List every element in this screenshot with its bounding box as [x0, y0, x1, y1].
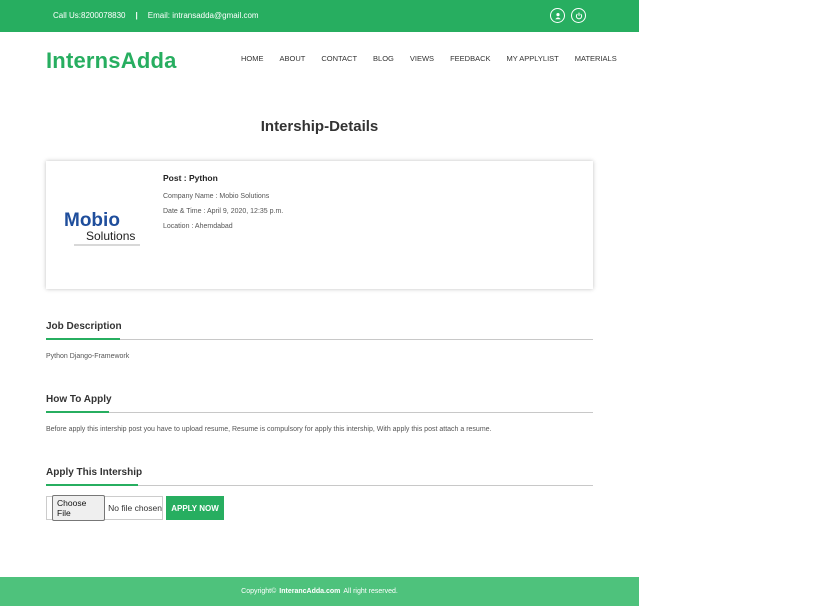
apply-now-button[interactable]: APPLY NOW — [166, 496, 224, 520]
phone-text: Call Us:8200078830 — [53, 11, 126, 20]
choose-file-button[interactable]: Choose File — [52, 495, 106, 521]
file-status: No file chosen — [108, 503, 162, 513]
how-to-apply-text: Before apply this intership post you hav… — [46, 426, 492, 433]
nav-feedback[interactable]: FEEDBACK — [450, 54, 490, 63]
nav-views[interactable]: VIEWS — [410, 54, 434, 63]
job-description-accent — [46, 338, 120, 340]
logo-word-mobio: Mobio — [64, 210, 120, 231]
company-name: Company Name : Mobio Solutions — [163, 193, 270, 200]
logo-word-solutions: Solutions — [86, 229, 135, 243]
user-icon[interactable] — [550, 8, 565, 23]
job-description-divider — [46, 339, 593, 340]
nav-blog[interactable]: BLOG — [373, 54, 394, 63]
nav-contact[interactable]: CONTACT — [321, 54, 357, 63]
date-time: Date & Time : April 9, 2020, 12:35 p.m. — [163, 208, 284, 215]
nav-my-applylist[interactable]: MY APPLYLIST — [507, 54, 559, 63]
email-text[interactable]: Email: intransadda@gmail.com — [148, 11, 259, 20]
footer-site-link[interactable]: InterancAdda.com — [279, 588, 340, 595]
apply-accent — [46, 484, 138, 486]
how-to-apply-accent — [46, 411, 109, 413]
contact-separator: | — [135, 11, 138, 20]
resume-file-input[interactable]: Choose File No file chosen — [46, 495, 163, 521]
footer: Copyright© InterancAdda.com All right re… — [0, 577, 639, 606]
how-to-apply-divider — [46, 412, 593, 413]
main-nav: HOME ABOUT CONTACT BLOG VIEWS FEEDBACK M… — [241, 54, 617, 63]
top-bar: Call Us:8200078830 | Email: intransadda@… — [0, 0, 639, 32]
nav-materials[interactable]: MATERIALS — [575, 54, 617, 63]
contact-info: Call Us:8200078830 | Email: intransadda@… — [53, 11, 259, 20]
footer-rights: All right reserved. — [343, 588, 398, 595]
job-description-heading: Job Description — [46, 321, 122, 332]
how-to-apply-heading: How To Apply — [46, 394, 112, 405]
site-logo[interactable]: InternsAdda — [46, 48, 177, 74]
nav-about[interactable]: ABOUT — [280, 54, 306, 63]
company-logo: Mobio Solutions — [62, 205, 140, 246]
job-card: Mobio Solutions Post : Python Company Na… — [46, 161, 593, 289]
post-title: Post : Python — [163, 173, 218, 183]
nav-home[interactable]: HOME — [241, 54, 264, 63]
topbar-icons — [550, 8, 586, 23]
apply-heading: Apply This Intership — [46, 467, 143, 478]
power-icon[interactable] — [571, 8, 586, 23]
location: Location : Ahemdabad — [163, 223, 233, 230]
footer-copyright: Copyright© — [241, 588, 277, 595]
job-description-text: Python Django-Framework — [46, 353, 130, 360]
page-title: Intership-Details — [260, 118, 379, 135]
